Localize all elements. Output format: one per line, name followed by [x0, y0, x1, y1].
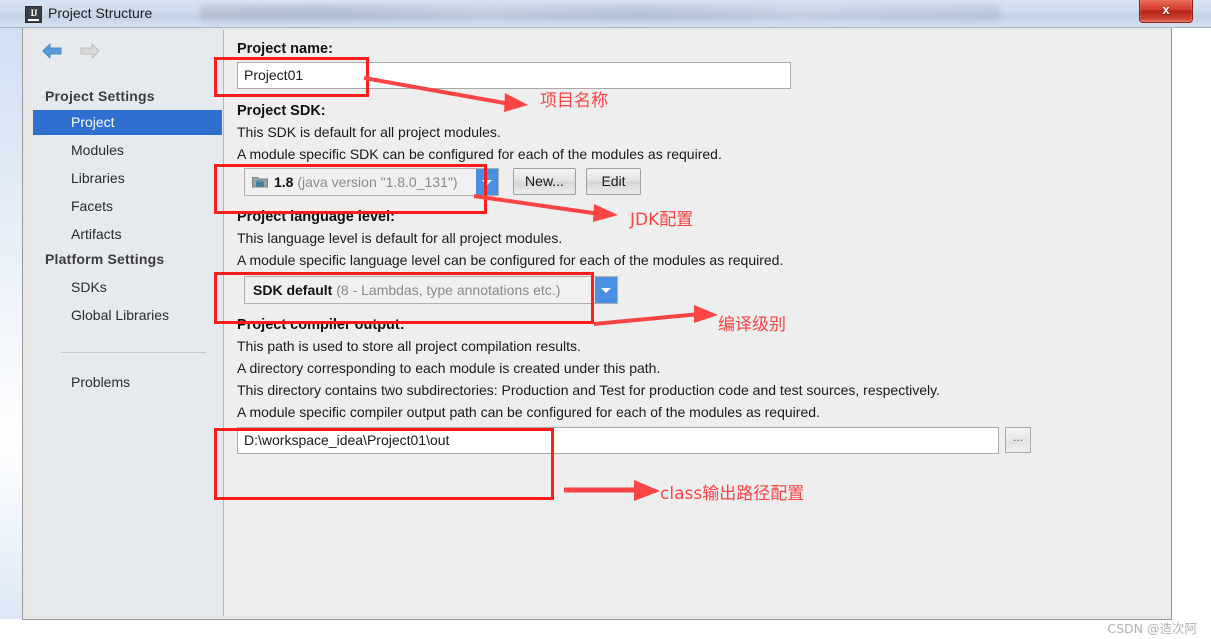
- edit-sdk-button[interactable]: Edit: [586, 168, 641, 195]
- sidebar-item-artifacts[interactable]: Artifacts: [33, 222, 222, 247]
- language-level-combobox[interactable]: SDK default (8 - Lambdas, type annotatio…: [244, 276, 618, 304]
- language-level-desc-1: This language level is default for all p…: [237, 230, 563, 246]
- sidebar-group-platform-settings: Platform Settings: [45, 251, 165, 267]
- browse-folder-button[interactable]: ...: [1005, 427, 1031, 453]
- sidebar-item-label: Problems: [71, 374, 131, 390]
- java-sdk-folder-icon: [252, 175, 268, 189]
- project-sdk-label: Project SDK:: [237, 103, 326, 119]
- project-sdk-desc-1: This SDK is default for all project modu…: [237, 124, 501, 140]
- new-sdk-button[interactable]: New...: [513, 168, 576, 195]
- project-sdk-version-detail: (java version "1.8.0_131"): [297, 174, 458, 190]
- language-level-value: SDK default: [253, 282, 333, 298]
- sidebar-item-problems[interactable]: Problems: [33, 370, 222, 395]
- sidebar-item-label: Modules: [71, 142, 124, 158]
- navigation-arrows: [41, 42, 113, 66]
- annotation-label-compile-level: 编译级别: [718, 315, 786, 335]
- sidebar-item-libraries[interactable]: Libraries: [33, 166, 222, 191]
- main-panel: Project name: Project01 Project SDK: Thi…: [224, 30, 1170, 616]
- language-level-label: Project language level:: [237, 209, 395, 225]
- compiler-output-desc-2: A directory corresponding to each module…: [237, 360, 661, 376]
- desktop-background-right: [1171, 28, 1211, 619]
- forward-arrow-icon: [79, 42, 101, 60]
- language-level-desc-2: A module specific language level can be …: [237, 252, 784, 268]
- sidebar-group-project-settings: Project Settings: [45, 88, 155, 104]
- sidebar-item-modules[interactable]: Modules: [33, 138, 222, 163]
- annotation-label-class-output-path: class输出路径配置: [660, 484, 805, 504]
- chevron-down-icon[interactable]: [595, 277, 617, 303]
- sidebar-item-global-libraries[interactable]: Global Libraries: [33, 303, 222, 328]
- language-level-value-detail: (8 - Lambdas, type annotations etc.): [336, 282, 561, 298]
- sidebar-item-label: Artifacts: [71, 226, 122, 242]
- compiler-output-input[interactable]: D:\workspace_idea\Project01\out: [237, 427, 999, 454]
- project-structure-dialog: Project Settings Project Modules Librari…: [22, 28, 1172, 620]
- sidebar-divider: [61, 352, 206, 353]
- csdn-watermark: CSDN @造次阿: [1107, 621, 1197, 636]
- desktop-background-bottom: [0, 619, 1211, 639]
- close-button[interactable]: x: [1139, 0, 1193, 23]
- compiler-output-label: Project compiler output:: [237, 317, 405, 333]
- project-name-input[interactable]: Project01: [237, 62, 791, 89]
- sidebar: Project Settings Project Modules Librari…: [33, 30, 224, 616]
- window-title: Project Structure: [48, 5, 153, 21]
- sidebar-item-sdks[interactable]: SDKs: [33, 275, 222, 300]
- intellij-idea-icon: IJ: [25, 6, 42, 23]
- sidebar-item-label: Facets: [71, 198, 114, 214]
- annotation-label-project-name: 项目名称: [540, 91, 608, 111]
- screenshot-root: IJ Project Structure x Project Settings: [0, 0, 1211, 639]
- compiler-output-desc-1: This path is used to store all project c…: [237, 338, 581, 354]
- desktop-background-left: [0, 28, 22, 619]
- sidebar-item-label: SDKs: [71, 279, 107, 295]
- annotation-label-jdk-config: JDK配置: [630, 210, 694, 230]
- sidebar-item-facets[interactable]: Facets: [33, 194, 222, 219]
- sidebar-item-project[interactable]: Project: [33, 110, 222, 135]
- compiler-output-desc-3: This directory contains two subdirectori…: [237, 382, 940, 398]
- project-sdk-desc-2: A module specific SDK can be configured …: [237, 146, 722, 162]
- project-sdk-version: 1.8: [274, 174, 294, 190]
- back-arrow-icon[interactable]: [41, 42, 63, 60]
- project-name-label: Project name:: [237, 41, 333, 57]
- sidebar-item-label: Libraries: [71, 170, 125, 186]
- project-sdk-combobox[interactable]: 1.8 (java version "1.8.0_131"): [244, 168, 499, 196]
- window-titlebar[interactable]: IJ Project Structure x: [0, 0, 1211, 28]
- compiler-output-desc-4: A module specific compiler output path c…: [237, 404, 820, 420]
- chevron-down-icon[interactable]: [476, 169, 498, 195]
- titlebar-blurred-background: [200, 5, 1000, 21]
- sidebar-item-label: Project: [71, 114, 115, 130]
- sidebar-item-label: Global Libraries: [71, 307, 170, 323]
